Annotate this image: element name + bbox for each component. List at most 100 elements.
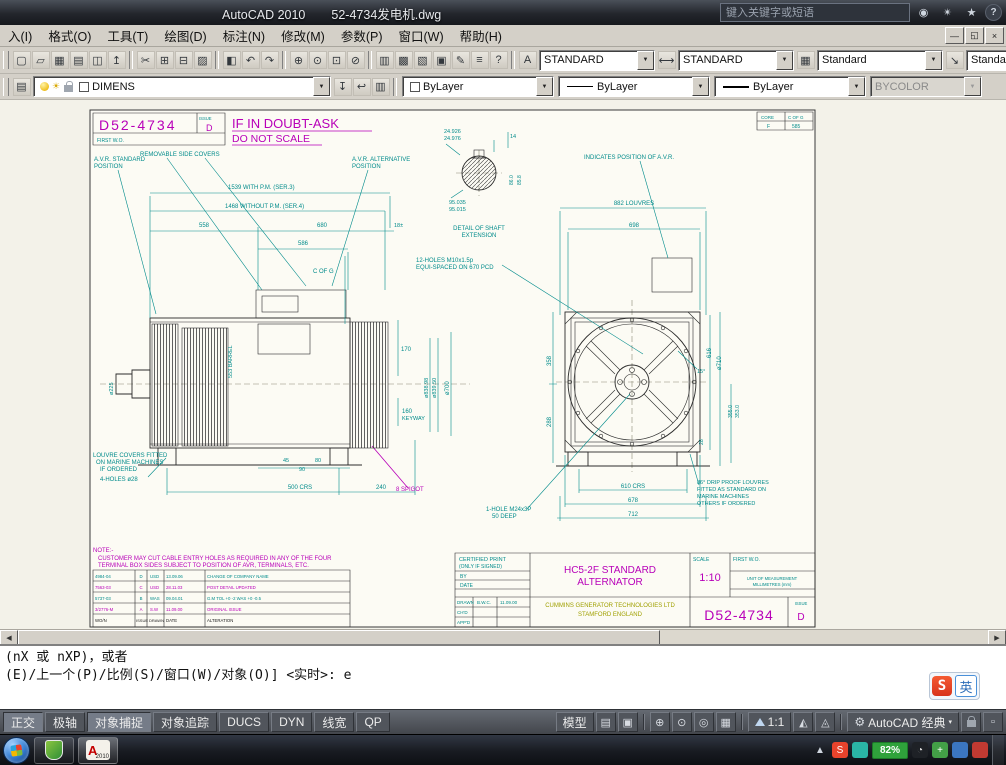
- toggle-otrack[interactable]: 对象追踪: [153, 712, 217, 732]
- menu-tools[interactable]: 工具(T): [99, 26, 156, 45]
- annotation-visibility-icon[interactable]: ◭: [793, 712, 813, 732]
- menu-parametric[interactable]: 参数(P): [333, 26, 391, 45]
- scrollbar-track[interactable]: [660, 630, 988, 644]
- toolbar-lock-button[interactable]: [961, 712, 981, 732]
- mleader-style-combo[interactable]: Standard▼: [966, 50, 1006, 71]
- toggle-ortho[interactable]: 正交: [3, 712, 43, 732]
- menu-window[interactable]: 窗口(W): [390, 26, 451, 45]
- chevron-down-icon[interactable]: ▼: [536, 77, 553, 96]
- help-icon[interactable]: ?: [985, 4, 1002, 21]
- linetype-combo[interactable]: ByLayer ▼: [558, 76, 710, 97]
- taskbar-app-shield[interactable]: [34, 737, 74, 764]
- menu-insert[interactable]: 入(I): [0, 26, 40, 45]
- model-button[interactable]: 模型: [556, 712, 594, 732]
- zoom-realtime-icon[interactable]: ⊙: [309, 51, 327, 69]
- publish-icon[interactable]: ↥: [108, 51, 126, 69]
- toolbar-grip[interactable]: [3, 51, 9, 69]
- mleader-style-icon[interactable]: ↘: [946, 51, 964, 69]
- dim-style-icon[interactable]: ⟷: [658, 51, 676, 69]
- command-window[interactable]: (nX 或 nXP)，或者 (E)/上一个(P)/比例(S)/窗口(W)/对象(…: [0, 644, 1006, 709]
- zoom-previous-icon[interactable]: ⊘: [347, 51, 365, 69]
- designcenter-icon[interactable]: ▩: [395, 51, 413, 69]
- communication-center-icon[interactable]: ✴: [937, 3, 958, 22]
- toggle-lineweight[interactable]: 线宽: [314, 712, 354, 732]
- menu-dimension[interactable]: 标注(N): [215, 26, 273, 45]
- toolbar-grip[interactable]: [3, 78, 9, 96]
- annotation-autoscale-icon[interactable]: ◬: [815, 712, 835, 732]
- block-editor-icon[interactable]: ◧: [223, 51, 241, 69]
- menu-format[interactable]: 格式(O): [40, 26, 99, 45]
- toggle-quick-properties[interactable]: QP: [356, 712, 389, 732]
- undo-icon[interactable]: ↶: [242, 51, 260, 69]
- markup-icon[interactable]: ✎: [452, 51, 470, 69]
- color-combo[interactable]: ByLayer ▼: [402, 76, 554, 97]
- menu-modify[interactable]: 修改(M): [273, 26, 333, 45]
- toggle-polar[interactable]: 极轴: [45, 712, 85, 732]
- layer-states-icon[interactable]: ▥: [372, 78, 390, 96]
- text-style-combo[interactable]: STANDARD▼: [539, 50, 655, 71]
- show-motion-icon[interactable]: ▦: [716, 712, 736, 732]
- table-style-icon[interactable]: ▦: [797, 51, 815, 69]
- properties-icon[interactable]: ▥: [376, 51, 394, 69]
- text-style-icon[interactable]: A: [519, 51, 537, 69]
- menu-help[interactable]: 帮助(H): [452, 26, 510, 45]
- plot-preview-icon[interactable]: ◫: [89, 51, 107, 69]
- lineweight-combo[interactable]: ByLayer ▼: [714, 76, 866, 97]
- pan-icon[interactable]: ⊕: [290, 51, 308, 69]
- layer-on-icon[interactable]: [40, 82, 49, 91]
- clock-app-tray-icon[interactable]: ◔: [912, 742, 928, 758]
- drawing-canvas[interactable]: D52-4734ISSUEDFIRST W.O.IF IN DOUBT-ASKD…: [0, 100, 1006, 630]
- layer-lock-icon[interactable]: [64, 85, 73, 92]
- search-icon[interactable]: ◉: [913, 3, 934, 22]
- layer-properties-manager-icon[interactable]: ▤: [13, 78, 31, 96]
- doc-close-button[interactable]: ×: [985, 27, 1004, 44]
- menu-draw[interactable]: 绘图(D): [156, 26, 214, 45]
- toggle-osnap[interactable]: 对象捕捉: [87, 712, 151, 732]
- ime-toolbar[interactable]: S 英: [929, 672, 980, 700]
- workspace-switcher[interactable]: ⚙ AutoCAD 经典 ▾: [847, 712, 959, 732]
- clean-screen-button[interactable]: ▫: [983, 712, 1003, 732]
- doc-minimize-button[interactable]: —: [945, 27, 964, 44]
- zoom-window-icon[interactable]: ⊡: [328, 51, 346, 69]
- make-object-layer-current-icon[interactable]: ↧: [334, 78, 352, 96]
- layer-freeze-icon[interactable]: ☀: [52, 81, 60, 92]
- battery-indicator[interactable]: 82%: [872, 742, 908, 759]
- toggle-ducs[interactable]: DUCS: [219, 712, 269, 732]
- save-icon[interactable]: ▦: [51, 51, 69, 69]
- pan-tool-icon[interactable]: ⊕: [650, 712, 670, 732]
- tray-expand-icon[interactable]: ▲: [812, 742, 828, 758]
- chevron-down-icon[interactable]: ▼: [692, 77, 709, 96]
- sogou-tray-icon[interactable]: S: [832, 742, 848, 758]
- favorites-icon[interactable]: ★: [961, 3, 982, 22]
- tool-palettes-icon[interactable]: ▧: [414, 51, 432, 69]
- layer-previous-icon[interactable]: ↩: [353, 78, 371, 96]
- scroll-right-icon[interactable]: ▶: [988, 630, 1006, 645]
- layer-combo[interactable]: ☀ DIMENS ▼: [33, 76, 331, 97]
- antivirus-tray-icon[interactable]: +: [932, 742, 948, 758]
- help-icon[interactable]: ?: [490, 51, 508, 69]
- paste-icon[interactable]: ⊟: [175, 51, 193, 69]
- new-icon[interactable]: ▢: [13, 51, 31, 69]
- match-properties-icon[interactable]: ▨: [194, 51, 212, 69]
- quick-view-drawings-icon[interactable]: ▣: [618, 712, 638, 732]
- messenger-tray-icon[interactable]: [852, 742, 868, 758]
- plot-icon[interactable]: ▤: [70, 51, 88, 69]
- download-tray-icon[interactable]: [972, 742, 988, 758]
- doc-restore-button[interactable]: ◱: [965, 27, 984, 44]
- chevron-down-icon[interactable]: ▼: [848, 77, 865, 96]
- browser-tray-icon[interactable]: [952, 742, 968, 758]
- layer-color-swatch[interactable]: [79, 82, 89, 92]
- drawing-area[interactable]: D52-4734ISSUEDFIRST W.O.IF IN DOUBT-ASKD…: [0, 100, 1006, 644]
- sogou-icon[interactable]: S: [932, 676, 952, 696]
- chevron-down-icon[interactable]: ▼: [637, 51, 654, 70]
- redo-icon[interactable]: ↷: [261, 51, 279, 69]
- scrollbar-thumb[interactable]: [18, 630, 660, 645]
- ime-language-badge[interactable]: 英: [955, 675, 977, 697]
- quick-view-layouts-icon[interactable]: ▤: [596, 712, 616, 732]
- show-desktop-button[interactable]: [992, 735, 1004, 765]
- table-style-combo[interactable]: Standard▼: [817, 50, 943, 71]
- sheetset-manager-icon[interactable]: ▣: [433, 51, 451, 69]
- annotation-scale-button[interactable]: 1:1: [748, 712, 792, 732]
- chevron-down-icon[interactable]: ▼: [925, 51, 942, 70]
- cut-icon[interactable]: ✂: [137, 51, 155, 69]
